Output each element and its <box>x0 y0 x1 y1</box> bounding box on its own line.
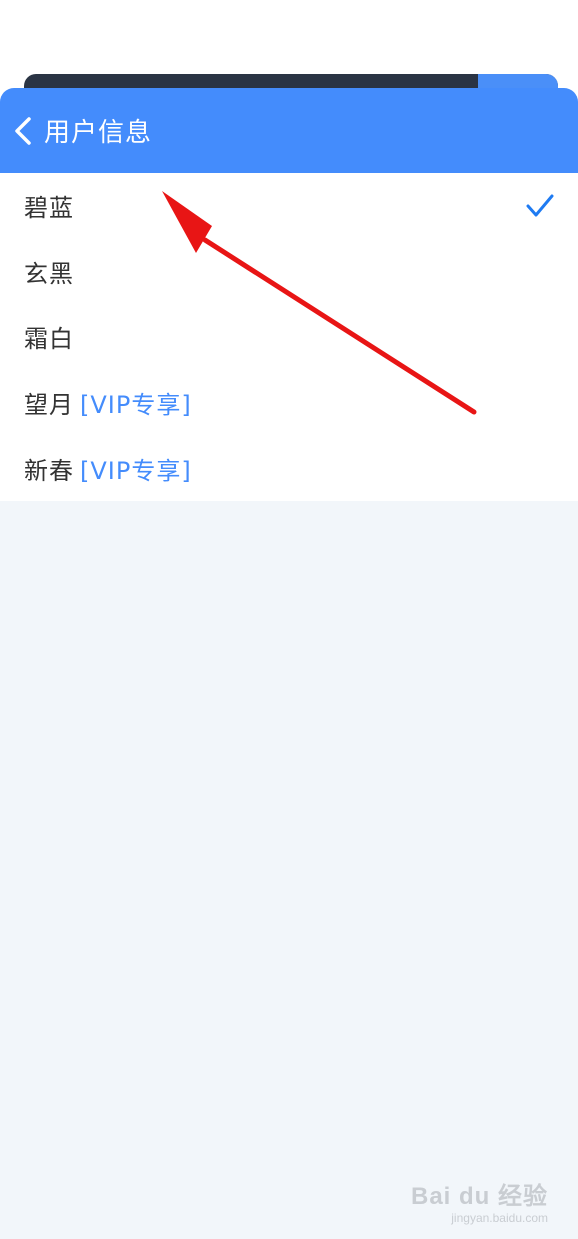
theme-list: 碧蓝 玄黑 霜白 望月 [VIP专享] 新春 [VIP专享] <box>0 173 578 501</box>
theme-label: 碧蓝 <box>24 194 74 223</box>
theme-option-bilan[interactable]: 碧蓝 <box>0 173 578 239</box>
theme-label: 霜白 <box>24 325 74 354</box>
watermark: Bai du 经验 jingyan.baidu.com <box>411 1176 548 1225</box>
check-icon <box>526 194 554 217</box>
chevron-left-icon <box>15 116 31 145</box>
theme-option-shuangbai[interactable]: 霜白 <box>0 304 578 370</box>
theme-option-xinchun[interactable]: 新春 [VIP专享] <box>0 435 578 501</box>
watermark-logo: Bai du 经验 <box>410 1183 548 1210</box>
page-title: 用户信息 <box>44 118 153 148</box>
theme-label: 新春 <box>24 456 74 485</box>
theme-option-xuanhei[interactable]: 玄黑 <box>0 239 578 305</box>
theme-label: 望月 <box>24 391 74 420</box>
vip-tag: [VIP专享] <box>80 391 192 420</box>
vip-tag: [VIP专享] <box>80 456 192 485</box>
back-button[interactable] <box>0 88 34 173</box>
watermark-url: jingyan.baidu.com <box>451 1211 548 1225</box>
theme-option-wangyue[interactable]: 望月 [VIP专享] <box>0 370 578 436</box>
header-bar: 用户信息 <box>0 88 578 173</box>
theme-label: 玄黑 <box>24 259 74 288</box>
